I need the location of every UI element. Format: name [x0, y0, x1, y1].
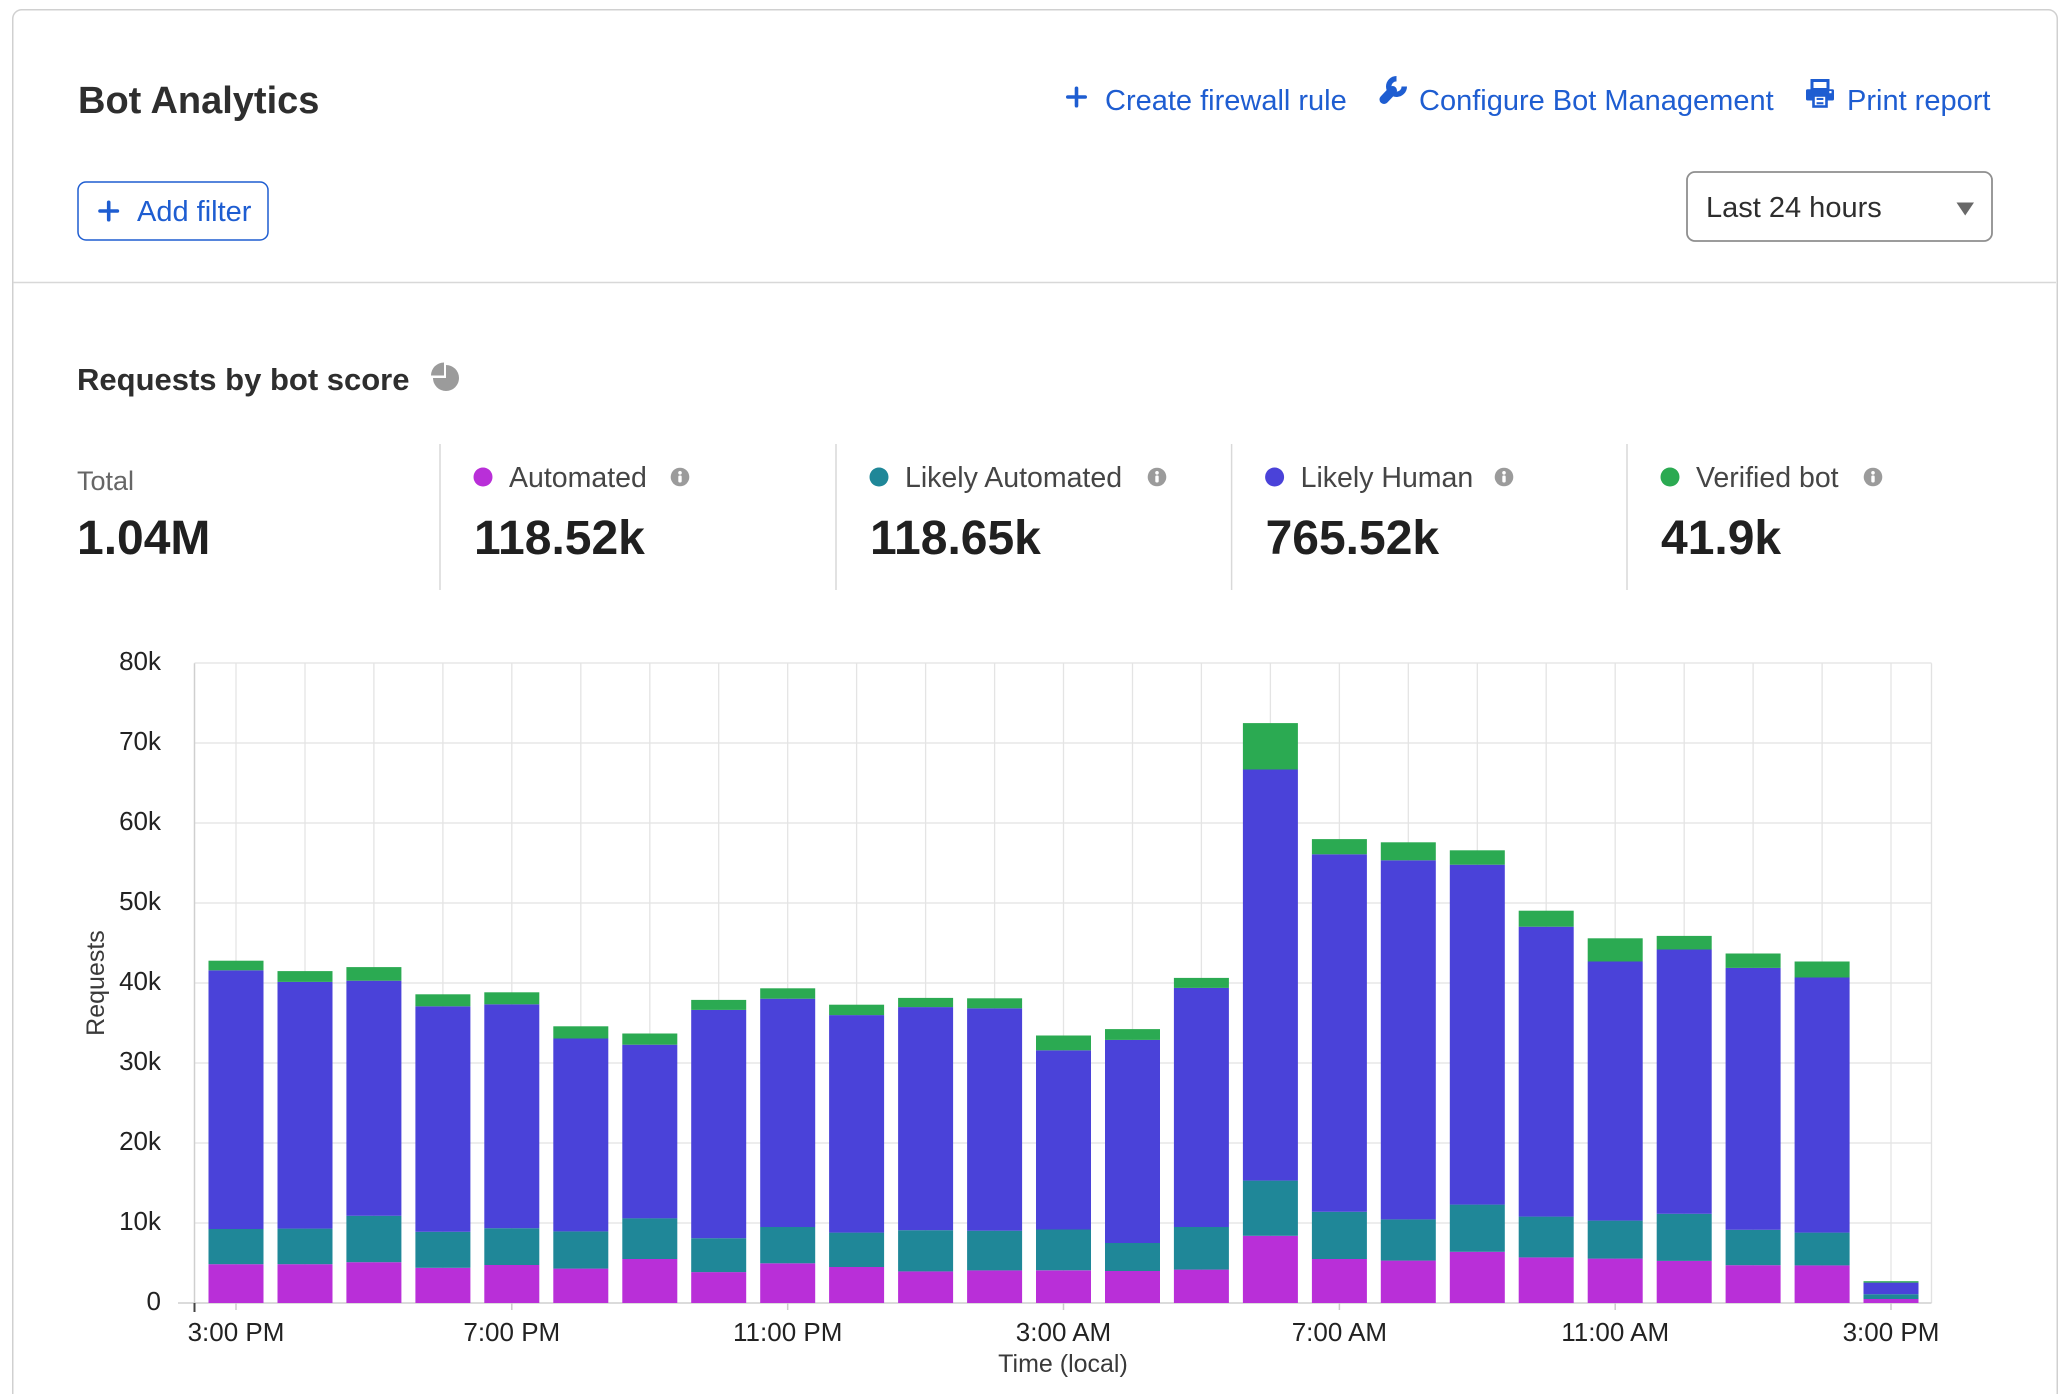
- svg-text:Last 24 hours: Last 24 hours: [1706, 192, 1882, 224]
- svg-text:80k: 80k: [119, 646, 162, 676]
- svg-text:Requests: Requests: [82, 930, 110, 1036]
- svg-text:Requests by bot score: Requests by bot score: [77, 362, 409, 397]
- svg-text:Likely Automated: Likely Automated: [905, 462, 1122, 494]
- svg-text:41.9k: 41.9k: [1661, 512, 1781, 565]
- svg-text:3:00 AM: 3:00 AM: [1016, 1317, 1111, 1347]
- svg-text:11:00 PM: 11:00 PM: [733, 1317, 842, 1347]
- svg-text:Verified bot: Verified bot: [1696, 462, 1839, 494]
- svg-text:Total: Total: [77, 466, 134, 496]
- svg-text:765.52k: 765.52k: [1266, 512, 1440, 565]
- svg-text:3:00 PM: 3:00 PM: [1843, 1317, 1940, 1347]
- svg-text:0: 0: [147, 1286, 161, 1316]
- svg-text:Automated: Automated: [509, 462, 647, 494]
- svg-text:Bot Analytics: Bot Analytics: [78, 80, 319, 122]
- svg-text:118.52k: 118.52k: [474, 512, 645, 565]
- svg-text:Time (local): Time (local): [998, 1350, 1128, 1378]
- svg-text:Add filter: Add filter: [137, 196, 252, 228]
- svg-text:7:00 PM: 7:00 PM: [463, 1317, 560, 1347]
- svg-text:30k: 30k: [119, 1046, 162, 1076]
- svg-text:3:00 PM: 3:00 PM: [188, 1317, 285, 1347]
- svg-text:40k: 40k: [119, 966, 162, 996]
- svg-text:Likely Human: Likely Human: [1301, 462, 1474, 494]
- svg-text:Create firewall rule: Create firewall rule: [1105, 85, 1347, 117]
- svg-text:Print report: Print report: [1847, 85, 1990, 117]
- svg-text:118.65k: 118.65k: [870, 512, 1041, 565]
- svg-text:20k: 20k: [119, 1126, 162, 1156]
- svg-text:70k: 70k: [119, 726, 162, 756]
- svg-text:7:00 AM: 7:00 AM: [1292, 1317, 1387, 1347]
- svg-text:Configure Bot Management: Configure Bot Management: [1419, 85, 1774, 117]
- svg-text:60k: 60k: [119, 806, 162, 836]
- svg-text:1.04M: 1.04M: [77, 512, 210, 565]
- svg-text:10k: 10k: [119, 1206, 162, 1236]
- svg-text:50k: 50k: [119, 886, 162, 916]
- svg-text:11:00 AM: 11:00 AM: [1561, 1317, 1669, 1347]
